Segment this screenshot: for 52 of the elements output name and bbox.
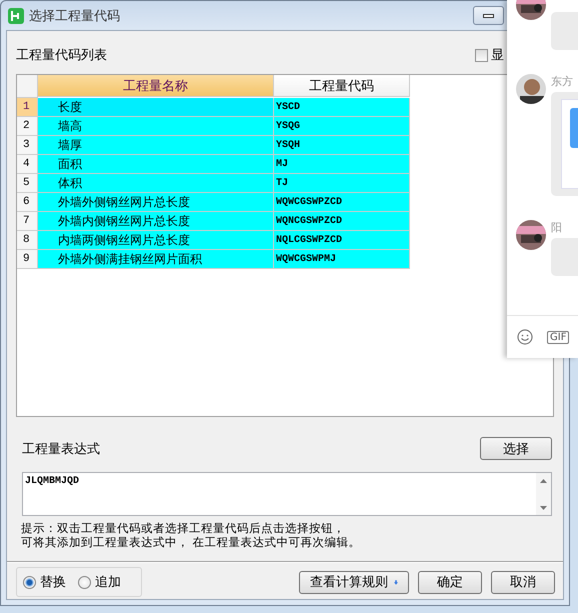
show-checkbox[interactable]	[475, 48, 488, 62]
select-button[interactable]: 选择	[480, 437, 552, 460]
row-number[interactable]: 6	[17, 193, 38, 212]
table-cell[interactable]: WQWCGSWPZCD	[274, 193, 410, 212]
mode-radio[interactable]: 追加	[78, 573, 121, 591]
expression-label: 工程量表达式	[22, 440, 100, 458]
table-cell[interactable]: 墙高	[38, 117, 274, 136]
table-cell[interactable]: YSQG	[274, 117, 410, 136]
app-icon	[8, 8, 24, 24]
column-header[interactable]: 工程量名称	[38, 75, 274, 97]
dialog-button[interactable]: 确定	[418, 570, 482, 594]
table-cell[interactable]: 外墙内侧钢丝网片总长度	[38, 212, 274, 231]
row-number[interactable]: 2	[17, 117, 38, 136]
emoji-icon[interactable]	[517, 329, 533, 345]
dialog-button[interactable]: 查看计算规则	[299, 570, 409, 594]
scrollbar[interactable]	[536, 473, 551, 515]
row-number[interactable]: 9	[17, 250, 38, 269]
table-cell[interactable]: 体积	[38, 174, 274, 193]
expression-field[interactable]: JLQMBMJQD	[22, 472, 552, 516]
table-cell[interactable]: 外墙外侧满挂钢丝网片面积	[38, 250, 274, 269]
mode-radio[interactable]: 替换	[23, 573, 66, 591]
table-cell[interactable]: YSQH	[274, 136, 410, 155]
table-cell[interactable]: 长度	[38, 98, 274, 117]
avatar	[516, 220, 546, 250]
sender-name: 阳	[551, 220, 563, 235]
table-cell[interactable]: 面积	[38, 155, 274, 174]
list-label: 工程量代码列表	[16, 47, 107, 64]
minimize-button[interactable]	[473, 6, 504, 25]
row-number[interactable]: 4	[17, 155, 38, 174]
table-cell[interactable]: 墙厚	[38, 136, 274, 155]
sender-name: 东方	[551, 74, 574, 89]
row-number[interactable]: 5	[17, 174, 38, 193]
table-cell[interactable]: 内墙两侧钢丝网片总长度	[38, 231, 274, 250]
checkbox-label: 显	[491, 47, 504, 64]
gif-button[interactable]: GIF	[547, 330, 570, 344]
table-cell[interactable]: WQWCGSWPMJ	[274, 250, 410, 269]
row-number[interactable]: 3	[17, 136, 38, 155]
table-cell[interactable]: NQLCGSWPZCD	[274, 231, 410, 250]
row-number[interactable]: 7	[17, 212, 38, 231]
dialog-button[interactable]: 取消	[491, 570, 555, 594]
column-header[interactable]: 工程量代码	[274, 75, 410, 97]
table-cell[interactable]: YSCD	[274, 98, 410, 117]
row-number[interactable]: 1	[17, 98, 38, 117]
window-title: 选择工程量代码	[29, 8, 120, 24]
table-cell[interactable]: TJ	[274, 174, 410, 193]
table-cell[interactable]: MJ	[274, 155, 410, 174]
table-cell[interactable]: 外墙外侧钢丝网片总长度	[38, 193, 274, 212]
hint-text: 提示：双击工程量代码或者选择工程量代码后点击选择按钮， 可将其添加到工程量表达式中， 在工程量表达式中可再次编辑。	[21, 521, 362, 549]
avatar	[516, 74, 546, 104]
table-cell[interactable]: WQNCGSWPZCD	[274, 212, 410, 231]
row-number[interactable]: 8	[17, 231, 38, 250]
minimize-icon	[483, 14, 494, 18]
